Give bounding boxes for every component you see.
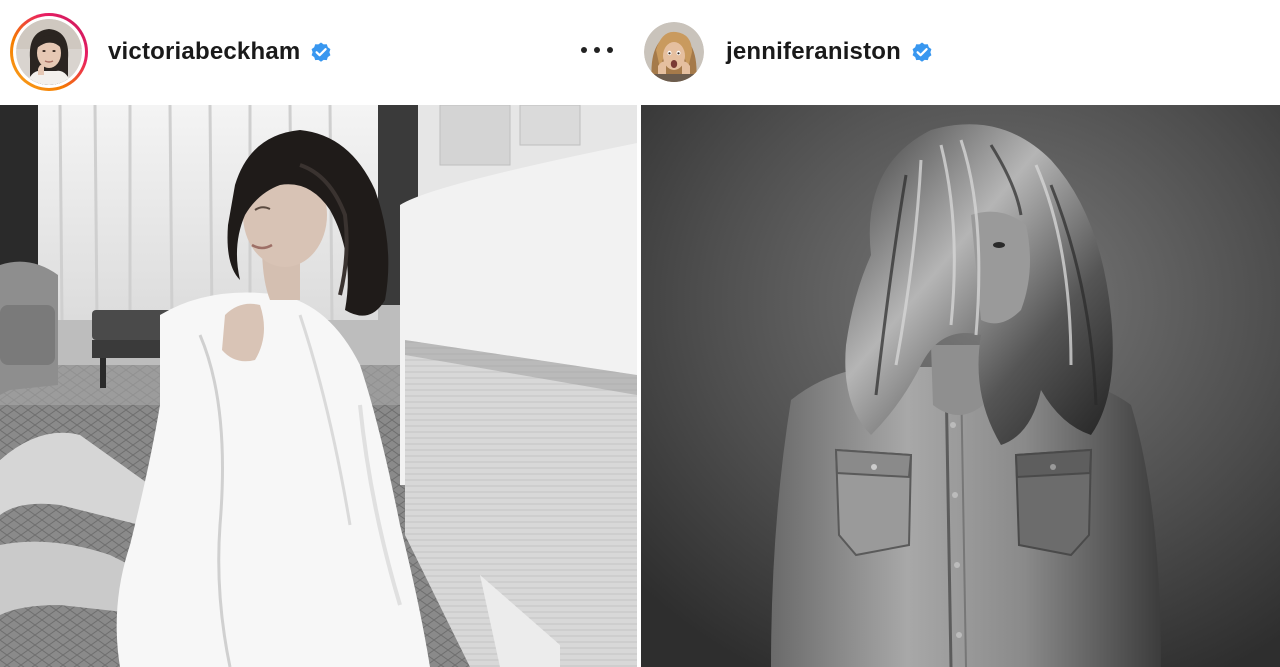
username[interactable]: victoriabeckham bbox=[108, 38, 300, 66]
post-photo-victoriabeckham[interactable] bbox=[0, 105, 637, 667]
more-options-button[interactable] bbox=[581, 36, 613, 64]
verified-badge-icon bbox=[312, 42, 331, 62]
story-ring[interactable] bbox=[10, 13, 88, 91]
instagram-post-comparison: victoriabeckham jenniferaniston bbox=[0, 0, 1280, 667]
post-header-victoriabeckham: victoriabeckham bbox=[0, 0, 637, 104]
post-header-jenniferaniston: jenniferaniston bbox=[641, 0, 1280, 104]
username[interactable]: jenniferaniston bbox=[726, 38, 901, 66]
bw-photo-woman-white-shirt-by-bed bbox=[0, 105, 637, 667]
avatar[interactable] bbox=[16, 19, 82, 85]
post-photo-jenniferaniston[interactable] bbox=[641, 105, 1280, 667]
avatar[interactable] bbox=[644, 22, 704, 82]
ellipsis-icon bbox=[581, 47, 587, 53]
verified-badge-icon bbox=[912, 42, 932, 62]
bw-photo-woman-denim-shirt bbox=[641, 105, 1280, 667]
